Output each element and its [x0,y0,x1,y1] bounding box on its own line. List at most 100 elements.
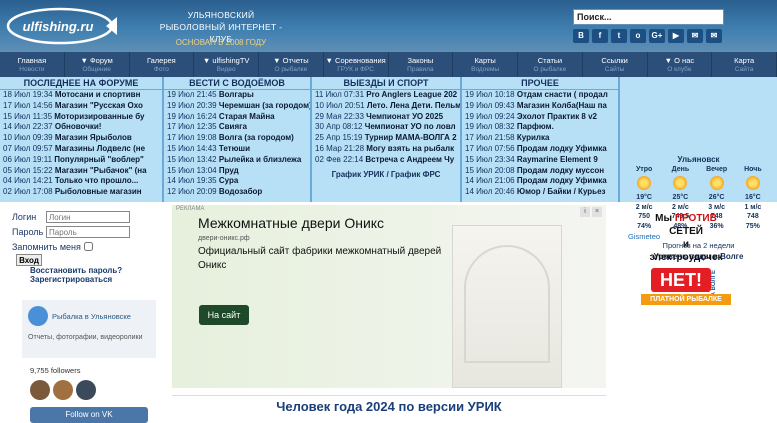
remember-checkbox[interactable] [83,242,93,251]
nav-reports[interactable]: ▼ Отчеты О рыбалке [259,52,324,77]
vk-followers: 9,755 followers [30,366,81,375]
list-item[interactable]: 12 Июл 20:09 Водозабор [164,187,310,198]
envelope-icon[interactable]: ✉ [706,29,722,43]
avatar[interactable] [30,380,50,400]
close-icon[interactable]: × [592,207,602,217]
list-item[interactable]: 14 Июл 22:37 Обновочки! [0,122,162,133]
login-input[interactable] [46,211,130,223]
list-item[interactable]: 15 Июл 23:34 Raymarine Element 9 [462,155,618,166]
list-item[interactable]: 02 Июл 17:08 Рыболовные магазин [0,187,162,198]
social-links: В f t o G+ ▶ ✉ ✉ [573,29,722,43]
list-item[interactable]: 19 Июл 20:39 Черемшан (за городом) [164,101,310,112]
list-item[interactable]: 19 Июл 08:32 Парфюм. [462,122,618,133]
nav-articles[interactable]: Статьи О рыбалке [518,52,583,77]
list-item[interactable]: 15 Июл 13:42 Рылейка и близлежа [164,155,310,166]
list-item[interactable]: 19 Июл 09:24 Эхолот Практик 8 v2 [462,112,618,123]
list-item[interactable]: 18 Июл 19:34 Мотосани и спортивн [0,90,162,101]
list-item[interactable]: 19 Июл 09:43 Магазин Колба(Наш па [462,101,618,112]
avatar[interactable] [76,380,96,400]
sun-icon [673,176,688,190]
other-title: ПРОЧЕЕ [462,77,618,90]
no-paid-fishing-badge[interactable]: НЕТ! НА ВОЛГЕ ПЛАТНОЙ РЫБАЛКЕ [641,268,731,308]
password-input[interactable] [46,226,130,238]
youtube-icon[interactable]: ▶ [668,29,684,43]
nav-forum[interactable]: ▼ Форум Общение [65,52,130,77]
person-of-year-title[interactable]: Человек года 2024 по версии УРИК [172,395,606,417]
list-item[interactable]: 19 Июл 10:18 Отдам снасти ( продал [462,90,618,101]
vk-card[interactable]: Рыбалка в Ульяновске Отчеты, фотографии,… [22,300,156,358]
waters-column: ВЕСТИ С ВОДОЁМОВ 19 Июл 21:45 Волгары 19… [164,77,312,202]
search-input[interactable]: Поиск... [573,9,724,25]
register-link[interactable]: Зарегистрироваться [30,275,162,284]
avatar[interactable] [53,380,73,400]
list-item[interactable]: 11 Июл 07:31 Pro Anglers League 202 [312,90,460,101]
list-item[interactable]: 10 Июл 09:39 Магазин Ярыболов [0,133,162,144]
list-item[interactable]: 04 Июл 14:21 Только что прошло... [0,176,162,187]
list-item[interactable]: 15 Июл 14:43 Тетюши [164,144,310,155]
vk-follower-avatars [30,380,156,400]
facebook-icon[interactable]: f [592,29,608,43]
info-icon[interactable]: i [580,207,590,217]
nav-competitions[interactable]: ▼ Соревнования ГРУК и ФРС [324,52,389,77]
nav-tv[interactable]: ▼ ulfishingTV Видео [194,52,259,77]
list-item[interactable]: 25 Апр 15:19 Турнир МАМА-ВОЛГА 2 [312,133,460,144]
login-button[interactable]: Вход [16,254,42,266]
nav-links[interactable]: Ссылки Сайты [583,52,648,77]
nav-gallery[interactable]: Галерея Фото [130,52,195,77]
list-item[interactable]: 30 Апр 08:12 Чемпионат УО по ловл [312,122,460,133]
odnoklassniki-icon[interactable]: o [630,29,646,43]
list-item[interactable]: 15 Июл 13:04 Пруд [164,166,310,177]
site-logo[interactable]: ulfishing.ru [6,6,118,46]
list-item[interactable]: 14 Июл 19:35 Сура [164,176,310,187]
list-item[interactable]: 17 Июл 19:08 Волга (за городом) [164,133,310,144]
list-item[interactable]: 10 Июл 20:51 Лето. Лена Дети. Пельм [312,101,460,112]
twitter-icon[interactable]: t [611,29,627,43]
list-item[interactable]: 15 Июл 11:35 Моторизированные бу [0,112,162,123]
ad-label: РЕКЛАМА [176,206,205,212]
list-item[interactable]: 17 Июл 14:56 Магазин "Русская Охо [0,101,162,112]
nav-sitemap[interactable]: Карта Сайта [712,52,777,77]
list-item[interactable]: 17 Июл 12:35 Свияга [164,122,310,133]
list-item[interactable]: 16 Мар 21:28 Могу взять на рыбалк [312,144,460,155]
list-item[interactable]: 14 Июл 21:06 Продам лодку Уфимка [462,176,618,187]
list-item[interactable]: 19 Июл 21:45 Волгары [164,90,310,101]
ad-title[interactable]: Межкомнатные двери Оникс [198,215,384,231]
list-item[interactable]: 06 Июл 19:11 Популярный "воблер" [0,155,162,166]
main-nav: Главная Новости ▼ Форум Общение Галерея Фот… [0,52,777,77]
password-label: Пароль [12,227,44,237]
nav-about[interactable]: ▼ О нас О клубе [648,52,713,77]
list-item[interactable]: 07 Июл 09:57 Магазины Лодвелс (не [0,144,162,155]
list-item[interactable]: 14 Июл 20:46 Юмор / Байки / Курьез [462,187,618,198]
trips-title: ВЫЕЗДЫ И СПОРТ [312,77,460,90]
net-badge-label: ПЛАТНОЙ РЫБАЛКЕ [641,294,731,305]
list-item[interactable]: 19 Июл 16:24 Старая Майна [164,112,310,123]
google-plus-icon[interactable]: G+ [649,29,665,43]
weather-city: Ульяновск [677,155,720,164]
forum-column: ПОСЛЕДНЕЕ НА ФОРУМЕ 18 Июл 19:34 Мотосан… [0,77,164,202]
ad-cta-button[interactable]: На сайт [199,305,249,325]
vk-group-name[interactable]: Рыбалка в Ульяновске [52,312,131,321]
login-label: Логин [12,212,37,222]
sun-icon [745,176,760,190]
ad-domain[interactable]: двери-оникс.рф [198,235,250,242]
schedule-links[interactable]: График УРИК / График ФРС [312,170,460,179]
vk-group-desc: Отчеты, фотографии, видеоролики [28,334,143,341]
list-item[interactable]: 15 Июл 20:08 Продам лодку муссон [462,166,618,177]
list-item[interactable]: 17 Июл 07:56 Продам лодку Уфимка [462,144,618,155]
logo-text: ulfishing.ru [23,19,94,34]
vk-group-avatar [28,306,48,326]
nav-maps[interactable]: Карты Водоемы [453,52,518,77]
forgot-password-link[interactable]: Восстановить пароль? [30,266,162,275]
nav-laws[interactable]: Законы Правила [389,52,454,77]
other-column: ПРОЧЕЕ 19 Июл 10:18 Отдам снасти ( прода… [462,77,620,202]
mail-icon[interactable]: ✉ [687,29,703,43]
list-item[interactable]: 02 Фев 22:14 Встреча с Андреем Чу [312,155,460,166]
nav-home[interactable]: Главная Новости [0,52,65,77]
vk-follow-button[interactable]: Follow on VK [30,407,148,423]
list-item[interactable]: 17 Июл 21:58 Курилка [462,133,618,144]
list-item[interactable]: 29 Мая 22:33 Чемпионат УО 2025 [312,112,460,123]
ad-banner[interactable]: РЕКЛАМА Межкомнатные двери Оникс двери-о… [172,205,606,388]
vk-icon[interactable]: В [573,29,589,43]
sun-icon [637,176,652,190]
list-item[interactable]: 05 Июл 15:22 Магазин "Рыбачок" (на [0,166,162,177]
